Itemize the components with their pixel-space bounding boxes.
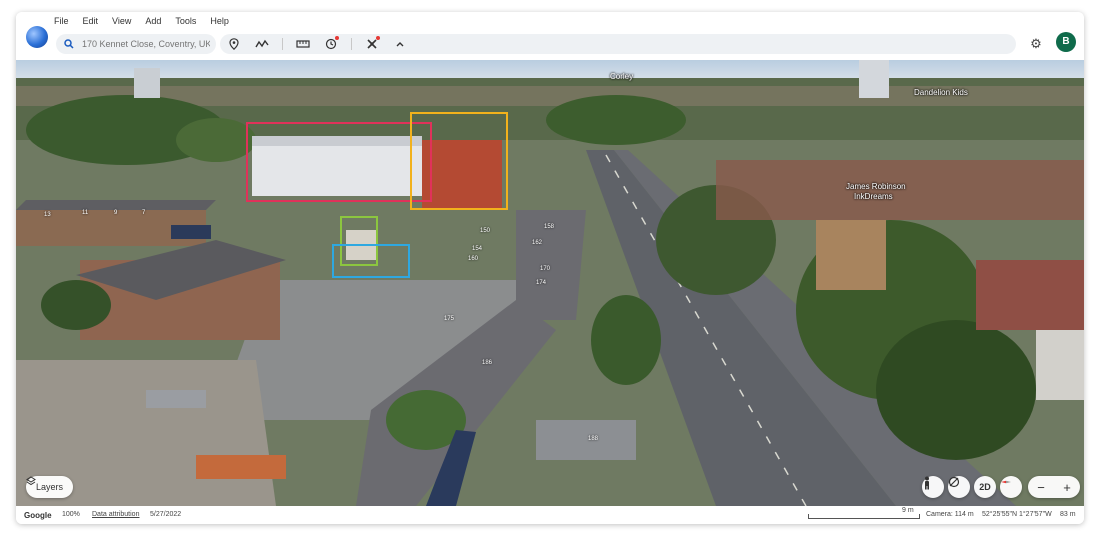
scale-label: 9 m <box>902 507 914 514</box>
settings-gear-icon[interactable]: ⚙ <box>1028 36 1044 52</box>
compass-icon <box>1001 480 1011 484</box>
highlight-box-blue <box>332 244 410 278</box>
measure-button[interactable] <box>295 36 311 52</box>
draw-path-button[interactable] <box>254 36 270 52</box>
house-number: 160 <box>468 256 479 262</box>
pegman-icon <box>925 476 929 490</box>
house-number: 11 <box>82 210 89 216</box>
toolbar-divider <box>282 38 283 50</box>
search-box[interactable] <box>56 34 216 54</box>
search-input[interactable] <box>82 39 210 49</box>
ruler-icon <box>296 40 310 48</box>
house-number: 162 <box>532 240 543 246</box>
house-number: 170 <box>540 266 551 272</box>
chevron-up-icon <box>396 42 404 47</box>
poi-label-corley[interactable]: Corley <box>610 72 633 81</box>
google-brand: Google <box>24 511 52 520</box>
menu-file[interactable]: File <box>54 16 69 26</box>
house-number: 158 <box>544 224 555 230</box>
menu-help[interactable]: Help <box>210 16 229 26</box>
menu-edit[interactable]: Edit <box>83 16 99 26</box>
menu-add[interactable]: Add <box>145 16 161 26</box>
house-number: 174 <box>536 280 547 286</box>
house-number: 175 <box>444 316 455 322</box>
street-view-button[interactable] <box>922 476 944 498</box>
toggle-2d-button[interactable]: 2D <box>974 476 996 498</box>
layers-label: Layers <box>36 482 64 492</box>
toolbar <box>220 34 1016 54</box>
data-attribution-link[interactable]: Data attribution <box>92 511 139 518</box>
aerial-imagery <box>16 60 1084 506</box>
scale-bar <box>808 514 920 519</box>
google-earth-window: File Edit View Add Tools Help 170 Kennet… <box>16 12 1084 524</box>
map-3d-view[interactable]: Corley Dandelion Kids James Robinson Ink… <box>16 60 1084 506</box>
status-bar: Google 100% Data attribution 5/27/2022 9… <box>16 506 1084 524</box>
menu-tools[interactable]: Tools <box>175 16 196 26</box>
google-earth-logo-icon[interactable] <box>26 26 48 48</box>
zoom-in-button[interactable]: + <box>1063 480 1071 495</box>
cursor-coordinates: 52°25'55"N 1°27'57"W <box>982 511 1052 518</box>
house-number: 188 <box>588 436 599 442</box>
place-marker-button[interactable] <box>226 36 242 52</box>
menu-bar: File Edit View Add Tools Help <box>54 16 229 26</box>
place-marker-icon <box>229 38 239 50</box>
zoom-level: 100% <box>62 511 80 518</box>
ground-elevation: 83 m <box>1060 511 1076 518</box>
layers-button[interactable]: Layers <box>26 476 74 498</box>
zoom-out-button[interactable]: − <box>1037 480 1045 495</box>
camera-altitude: Camera: 114 m <box>926 511 974 518</box>
house-number: 150 <box>480 228 491 234</box>
search-icon[interactable] <box>64 39 74 49</box>
house-number: 154 <box>472 246 483 252</box>
reset-tilt-button[interactable] <box>948 476 970 498</box>
house-number: 7 <box>142 210 146 216</box>
house-number: 186 <box>482 360 493 366</box>
zoom-control: − + <box>1028 476 1080 498</box>
poi-label-inkdreams[interactable]: InkDreams <box>854 192 893 201</box>
user-avatar[interactable]: B <box>1056 32 1076 52</box>
toolbar-divider <box>351 38 352 50</box>
top-bar: File Edit View Add Tools Help 170 Kennet… <box>16 12 1084 60</box>
collapse-toolbar-button[interactable] <box>392 36 408 52</box>
poi-label-dandelion-kids[interactable]: Dandelion Kids <box>914 88 968 97</box>
notification-dot <box>335 36 339 40</box>
highlight-box-red <box>246 122 432 202</box>
notification-dot <box>376 36 380 40</box>
projects-button[interactable] <box>364 36 380 52</box>
imagery-date: 5/27/2022 <box>150 511 182 518</box>
menu-view[interactable]: View <box>112 16 131 26</box>
path-icon <box>255 39 269 48</box>
house-number: 9 <box>114 210 118 216</box>
tilt-off-icon <box>948 476 960 488</box>
highlight-box-yellow <box>410 112 508 210</box>
house-number: 13 <box>44 212 51 218</box>
compass-button[interactable] <box>1000 476 1022 498</box>
layers-icon <box>26 476 36 486</box>
poi-label-james-robinson[interactable]: James Robinson <box>846 182 906 191</box>
historical-imagery-button[interactable] <box>323 36 339 52</box>
